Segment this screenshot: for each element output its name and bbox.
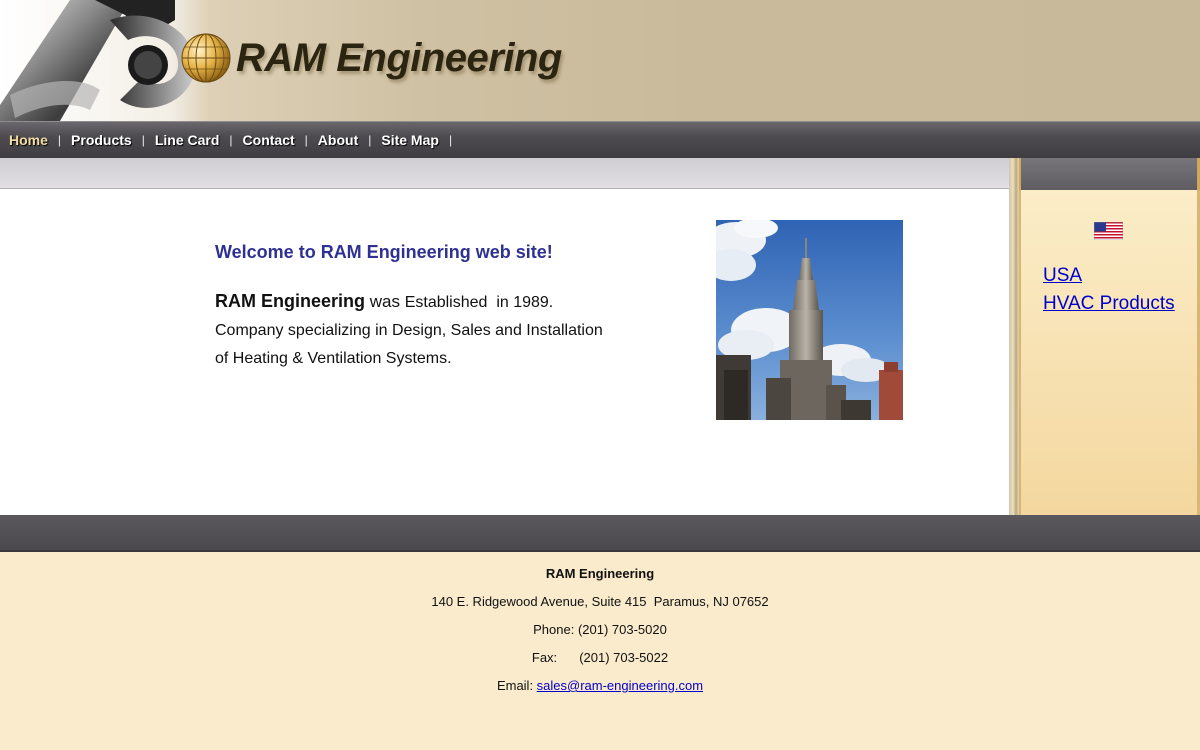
wrench-icon xyxy=(0,0,195,121)
site-logo[interactable]: RAM Engineering xyxy=(180,30,562,86)
globe-icon xyxy=(181,33,231,83)
nav-separator: | xyxy=(57,133,62,147)
brand-name: RAM Engineering xyxy=(236,35,562,80)
footer-company-name: RAM Engineering xyxy=(545,566,655,581)
content-top-strip xyxy=(0,158,1010,189)
sidebar-link-usa[interactable]: USA xyxy=(1043,262,1175,290)
footer: RAM Engineering 140 E. Ridgewood Avenue,… xyxy=(0,552,1200,750)
nav-line-card[interactable]: Line Card xyxy=(155,132,220,148)
nav-separator: | xyxy=(448,133,453,147)
footer-phone: Phone: (201) 703-5020 xyxy=(533,622,667,637)
sidebar-links: USA HVAC Products xyxy=(1043,262,1175,318)
nav-separator: | xyxy=(368,133,372,147)
main-nav: Home | Products | Line Card | Contact | Abou… xyxy=(0,121,1200,158)
nav-separator: | xyxy=(229,133,233,147)
footer-email: Email: sales@ram-engineering.com xyxy=(0,678,1200,693)
nav-about[interactable]: About xyxy=(318,132,358,148)
site-header: RAM Engineering xyxy=(0,0,1200,121)
footer-email-link[interactable]: sales@ram-engineering.com xyxy=(537,678,703,693)
welcome-heading: Welcome to RAM Engineering web site! xyxy=(215,242,553,262)
intro-established: Established xyxy=(404,294,488,311)
intro-line-3: of Heating & Ventilation Systems. xyxy=(215,350,452,367)
nav-site-map[interactable]: Site Map xyxy=(381,132,439,148)
intro-text: RAM Engineering was Established in 1989.… xyxy=(215,287,635,373)
main-content: Welcome to RAM Engineering web site! RAM… xyxy=(0,189,1010,515)
sidebar: USA HVAC Products xyxy=(1019,190,1200,515)
footer-address: 140 E. Ridgewood Avenue, Suite 415 Param… xyxy=(431,594,769,609)
sidebar-header xyxy=(1019,158,1200,190)
sidebar-link-hvac-products[interactable]: HVAC Products xyxy=(1043,290,1175,318)
usa-flag-icon[interactable] xyxy=(1094,222,1123,240)
nav-home[interactable]: Home xyxy=(9,132,48,148)
intro-brand: RAM Engineering xyxy=(215,291,366,311)
nav-separator: | xyxy=(304,133,308,147)
nav-contact[interactable]: Contact xyxy=(243,132,295,148)
intro-line-2: Company specializing in Design, Sales an… xyxy=(215,322,603,339)
footer-fax: Fax: (201) 703-5022 xyxy=(0,650,1200,665)
sidebar-divider xyxy=(1009,158,1019,515)
intro-line-1: RAM Engineering was Established in 1989. xyxy=(215,287,635,317)
empire-state-building-photo xyxy=(716,220,903,420)
footer-fax-number: (201) 703-5022 xyxy=(579,650,669,665)
nav-products[interactable]: Products xyxy=(71,132,132,148)
footer-fax-label: Fax: xyxy=(531,650,558,665)
footer-email-label: Email: xyxy=(496,678,537,693)
intro-year: in 1989. xyxy=(487,294,554,311)
intro-was: was xyxy=(365,292,405,311)
footer-bar xyxy=(0,515,1200,552)
nav-separator: | xyxy=(141,133,145,147)
